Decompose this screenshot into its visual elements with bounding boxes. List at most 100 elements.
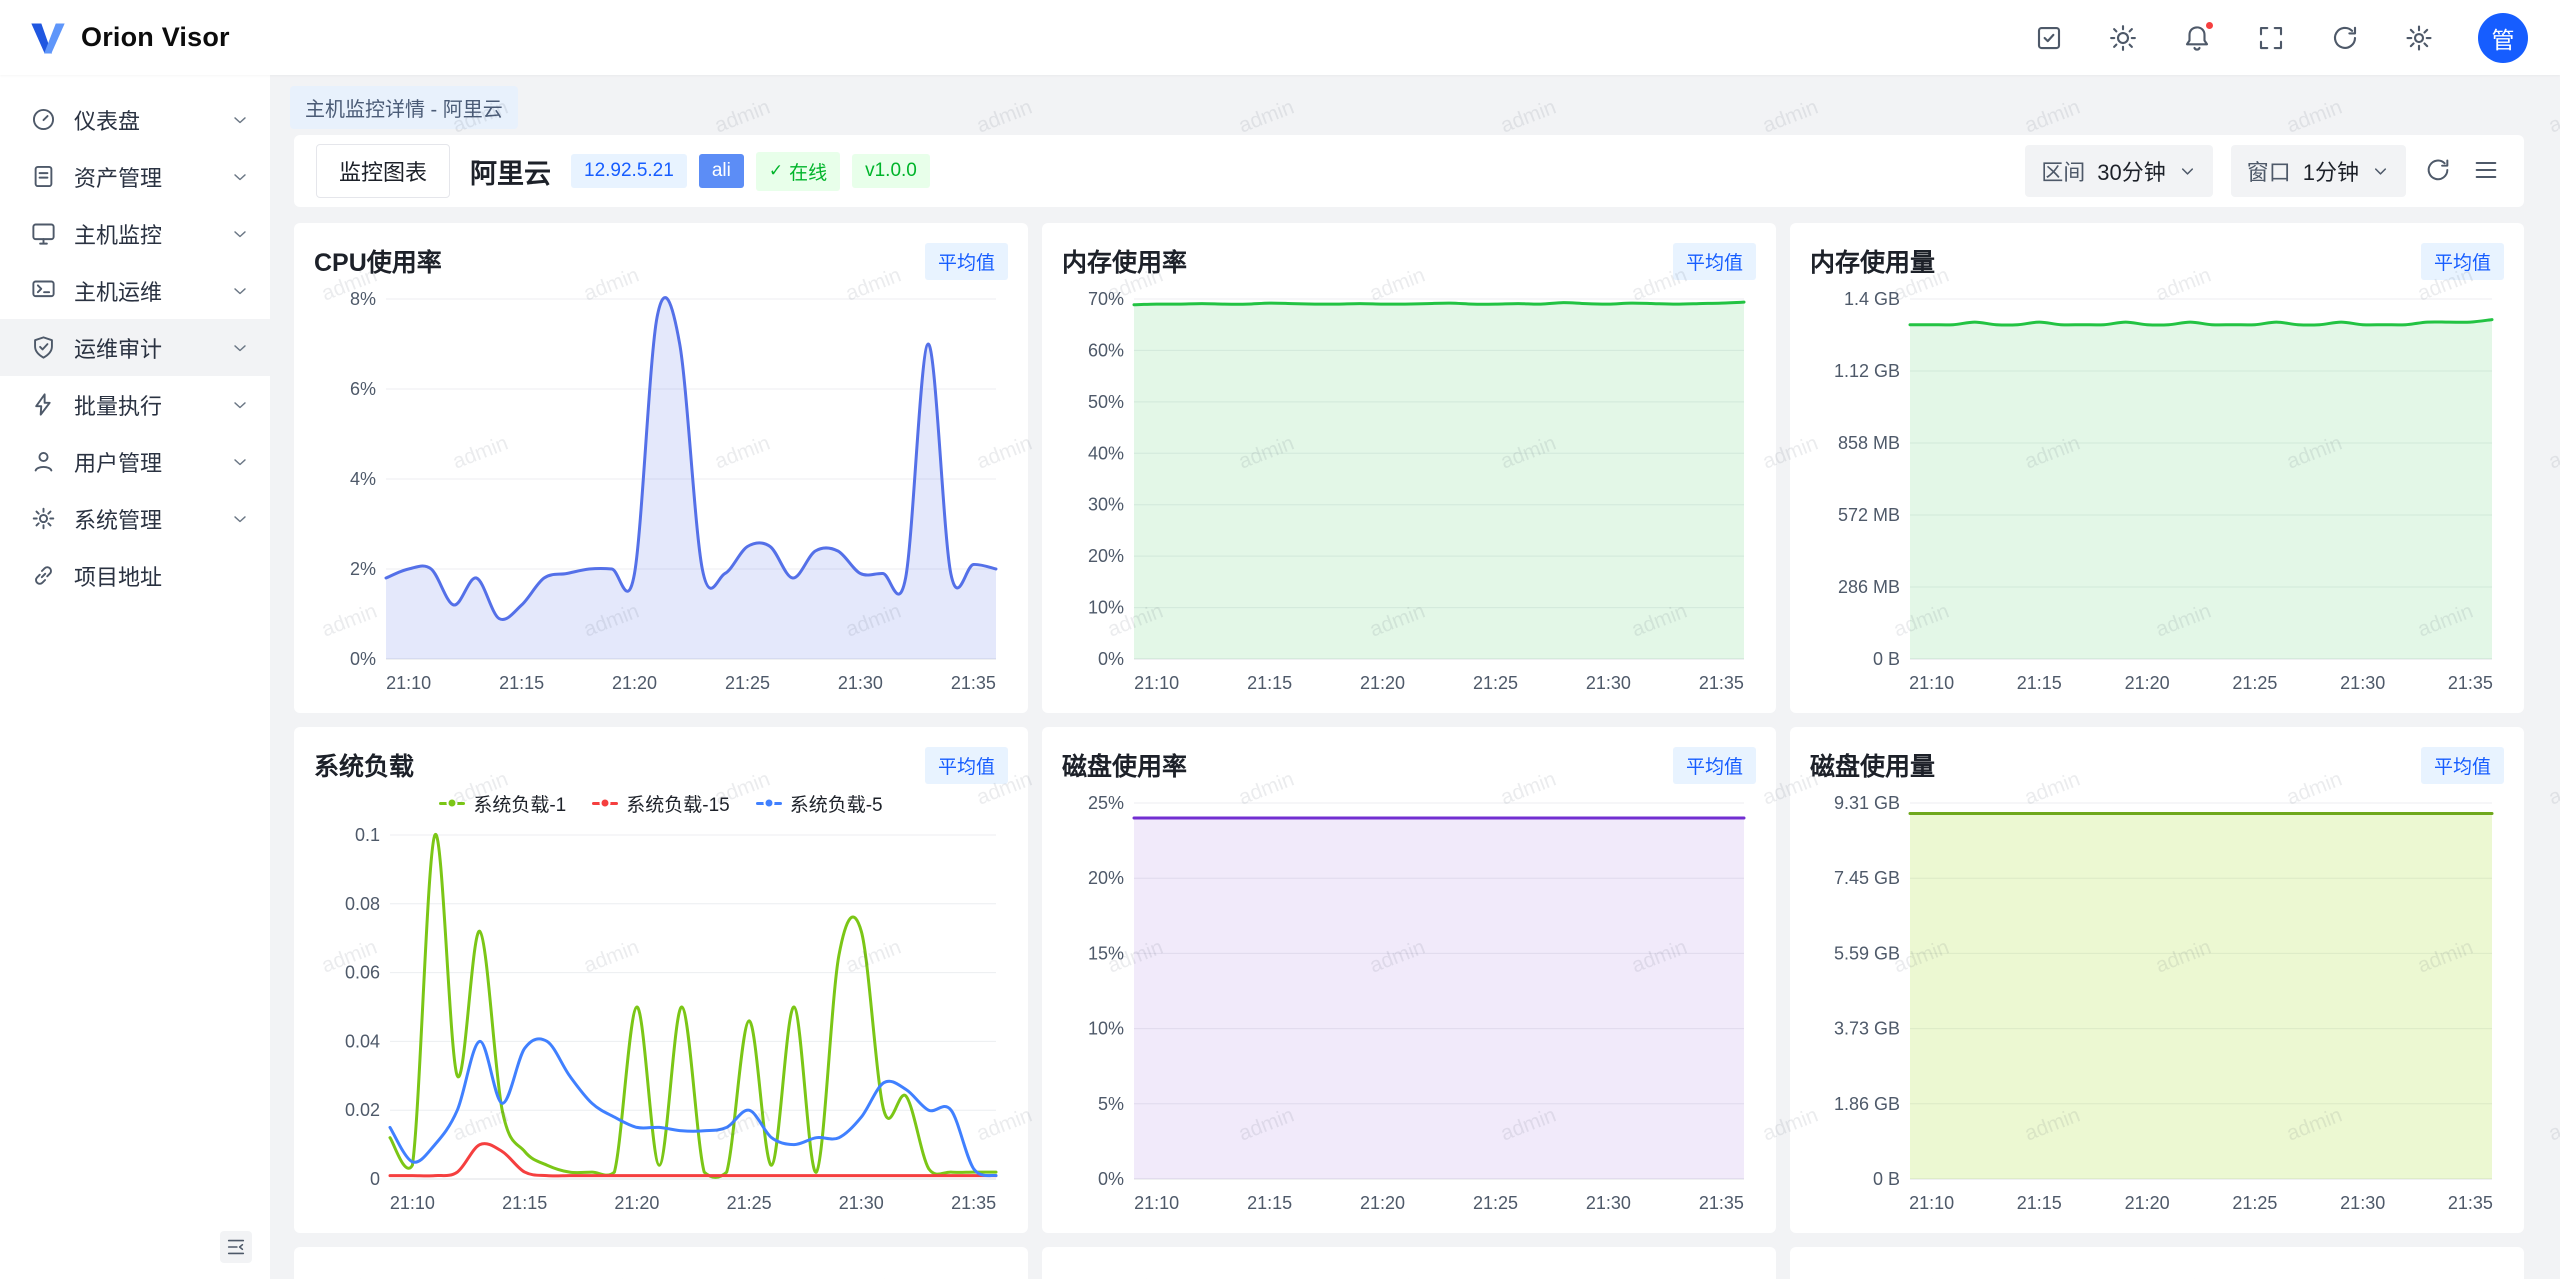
monitor-check-icon[interactable] xyxy=(2034,23,2064,53)
host-tag: 12.92.5.21 xyxy=(571,154,687,188)
refresh-icon[interactable] xyxy=(2330,23,2360,53)
svg-text:21:20: 21:20 xyxy=(2125,673,2170,693)
sidebar-item-label: 主机运维 xyxy=(74,275,213,307)
svg-text:21:35: 21:35 xyxy=(2448,673,2493,693)
legend-label: 系统负载-5 xyxy=(790,790,883,817)
svg-text:21:25: 21:25 xyxy=(725,673,770,693)
legend-label: 系统负载-15 xyxy=(626,790,729,817)
sidebar-item-host-ops[interactable]: 主机运维 xyxy=(0,262,270,319)
legend-item[interactable]: 系统负载-15 xyxy=(592,790,729,817)
chart-card-memory-usage-rate: 内存使用率平均值0%10%20%30%40%50%60%70%21:1021:1… xyxy=(1042,223,1776,713)
notification-bell-icon[interactable] xyxy=(2182,23,2212,53)
charts-grid: CPU使用率平均值0%2%4%6%8%21:1021:1521:2021:252… xyxy=(294,223,2524,1233)
header-actions: 管 xyxy=(2034,13,2528,63)
logo-v-icon xyxy=(28,18,68,58)
chevron-down-icon xyxy=(2178,162,2197,181)
chart-plot: 00.020.040.060.080.121:1021:1521:2021:25… xyxy=(314,819,1008,1217)
app-name: Orion Visor xyxy=(81,22,230,53)
monitor-chart-button[interactable]: 监控图表 xyxy=(316,144,450,198)
chevron-down-icon xyxy=(2371,162,2390,181)
svg-text:21:30: 21:30 xyxy=(2340,1193,2385,1213)
chart-card-memory-usage-amount: 内存使用量平均值0 B286 MB572 MB858 MB1.12 GB1.4 … xyxy=(1790,223,2524,713)
chevron-down-icon xyxy=(230,110,250,130)
svg-text:0.1: 0.1 xyxy=(355,825,380,845)
svg-text:0.08: 0.08 xyxy=(345,894,380,914)
toolbar-right: 区间 30分钟 窗口 1分钟 xyxy=(2025,145,2502,197)
sidebar-item-label: 系统管理 xyxy=(74,503,213,535)
legend-label: 系统负载-1 xyxy=(473,790,566,817)
svg-text:21:30: 21:30 xyxy=(2340,673,2385,693)
svg-text:21:10: 21:10 xyxy=(1909,1193,1954,1213)
avg-value-badge: 平均值 xyxy=(2421,243,2504,280)
svg-text:21:10: 21:10 xyxy=(386,673,431,693)
svg-text:21:25: 21:25 xyxy=(2232,673,2277,693)
svg-text:21:25: 21:25 xyxy=(1473,673,1518,693)
sidebar-item-label: 项目地址 xyxy=(74,560,250,592)
host-name: 阿里云 xyxy=(470,152,551,191)
svg-text:6%: 6% xyxy=(350,379,376,399)
svg-text:0%: 0% xyxy=(350,649,376,669)
chevron-down-icon xyxy=(230,281,250,301)
chart-card-cpu-usage: CPU使用率平均值0%2%4%6%8%21:1021:1521:2021:252… xyxy=(294,223,1028,713)
chart-title: 磁盘使用量 xyxy=(1810,747,1935,783)
svg-text:21:15: 21:15 xyxy=(2017,1193,2062,1213)
chart-plot: 0 B1.86 GB3.73 GB5.59 GB7.45 GB9.31 GB21… xyxy=(1810,787,2504,1217)
interval-select[interactable]: 区间 30分钟 xyxy=(2025,145,2213,197)
interval-value: 30分钟 xyxy=(2097,155,2165,187)
avg-value-badge: 平均值 xyxy=(925,747,1008,784)
theme-sun-icon[interactable] xyxy=(2108,23,2138,53)
legend-item[interactable]: 系统负载-5 xyxy=(756,790,883,817)
window-value: 1分钟 xyxy=(2303,155,2359,187)
charts-refresh-icon[interactable] xyxy=(2424,156,2454,186)
svg-text:21:25: 21:25 xyxy=(1473,1193,1518,1213)
svg-text:0: 0 xyxy=(370,1169,380,1189)
sidebar-collapse-button[interactable] xyxy=(220,1231,252,1263)
svg-text:70%: 70% xyxy=(1088,289,1124,309)
chart-plot: 0%2%4%6%8%21:1021:1521:2021:2521:3021:35 xyxy=(314,283,1008,697)
breadcrumb-tab[interactable]: 主机监控详情 - 阿里云 xyxy=(290,86,518,129)
interval-label: 区间 xyxy=(2041,155,2085,187)
sidebar-item-label: 批量执行 xyxy=(74,389,213,421)
sidebar-item-label: 主机监控 xyxy=(74,218,213,250)
svg-text:2%: 2% xyxy=(350,559,376,579)
sidebar-item-ops-audit[interactable]: 运维审计 xyxy=(0,319,270,376)
host-toolbar: 监控图表 阿里云 12.92.5.21ali✓在线v1.0.0 区间 30分钟 … xyxy=(294,135,2524,207)
avg-value-badge: 平均值 xyxy=(925,243,1008,280)
svg-text:21:10: 21:10 xyxy=(1134,673,1179,693)
svg-text:21:35: 21:35 xyxy=(951,1193,996,1213)
sidebar: 仪表盘资产管理主机监控主机运维运维审计批量执行用户管理系统管理项目地址 xyxy=(0,75,270,1279)
svg-text:1.4 GB: 1.4 GB xyxy=(1844,289,1900,309)
svg-text:7.45 GB: 7.45 GB xyxy=(1834,868,1900,888)
sidebar-item-dashboard[interactable]: 仪表盘 xyxy=(0,91,270,148)
tag-text: 在线 xyxy=(789,158,827,185)
window-select[interactable]: 窗口 1分钟 xyxy=(2231,145,2406,197)
svg-text:0 B: 0 B xyxy=(1873,649,1900,669)
fullscreen-icon[interactable] xyxy=(2256,23,2286,53)
svg-text:1.86 GB: 1.86 GB xyxy=(1834,1094,1900,1114)
host-ops-icon xyxy=(30,277,57,304)
chart-title: 磁盘使用率 xyxy=(1062,747,1187,783)
settings-gear-icon[interactable] xyxy=(2404,23,2434,53)
chart-list-menu-icon[interactable] xyxy=(2472,156,2502,186)
user-avatar[interactable]: 管 xyxy=(2478,13,2528,63)
chart-plot: 0%5%10%15%20%25%21:1021:1521:2021:2521:3… xyxy=(1062,787,1756,1217)
sidebar-item-project-link[interactable]: 项目地址 xyxy=(0,547,270,604)
chart-legend: 系统负载-1 系统负载-15 系统负载-5 xyxy=(314,787,1008,819)
svg-text:10%: 10% xyxy=(1088,598,1124,618)
svg-text:8%: 8% xyxy=(350,289,376,309)
chart-card-header: 内存使用量平均值 xyxy=(1810,239,2504,283)
sidebar-item-user-mgmt[interactable]: 用户管理 xyxy=(0,433,270,490)
sidebar-item-batch-exec[interactable]: 批量执行 xyxy=(0,376,270,433)
svg-text:21:10: 21:10 xyxy=(1134,1193,1179,1213)
sidebar-item-system-mgmt[interactable]: 系统管理 xyxy=(0,490,270,547)
svg-text:858 MB: 858 MB xyxy=(1838,433,1900,453)
batch-icon xyxy=(30,391,57,418)
sidebar-item-host-monitor[interactable]: 主机监控 xyxy=(0,205,270,262)
svg-text:0 B: 0 B xyxy=(1873,1169,1900,1189)
host-tag: ali xyxy=(699,154,744,188)
app-logo: Orion Visor xyxy=(28,18,230,58)
chart-card-header: CPU使用率平均值 xyxy=(314,239,1008,283)
sidebar-item-assets[interactable]: 资产管理 xyxy=(0,148,270,205)
legend-item[interactable]: 系统负载-1 xyxy=(439,790,566,817)
svg-text:5%: 5% xyxy=(1098,1094,1124,1114)
